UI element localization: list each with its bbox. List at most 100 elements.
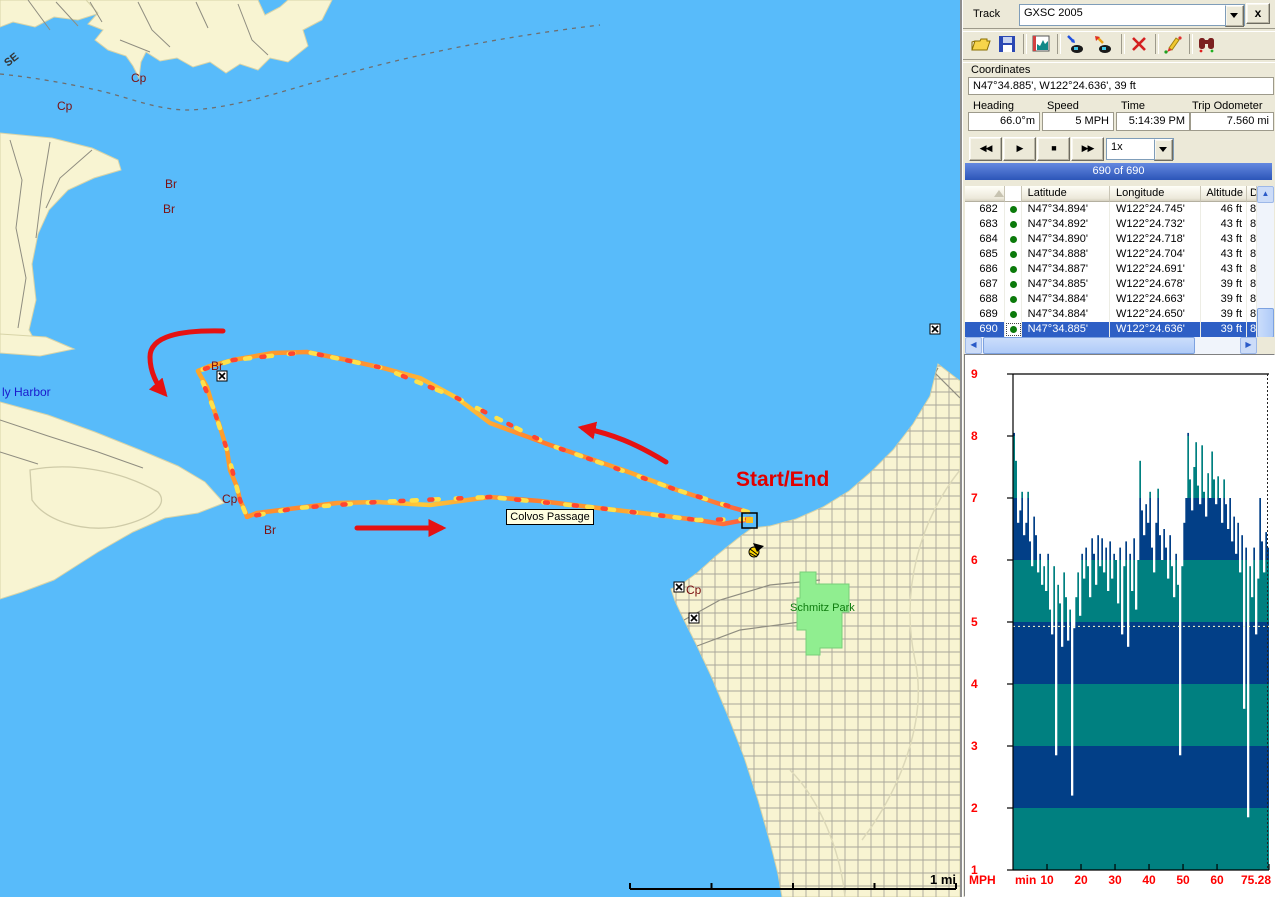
speed-bar-gap bbox=[1177, 374, 1179, 585]
map-point-label: Cp bbox=[131, 71, 147, 85]
speed-bar-gap bbox=[1157, 374, 1159, 489]
chevron-down-icon[interactable] bbox=[1154, 139, 1173, 161]
scroll-up-icon[interactable]: ▲ bbox=[1257, 186, 1274, 203]
harbor-label: ly Harbor bbox=[2, 385, 51, 399]
step-back-button[interactable]: ◀◀ bbox=[969, 137, 1002, 161]
heading-value: 66.0°m bbox=[968, 112, 1040, 131]
speed-bar-gap bbox=[1187, 374, 1189, 433]
playback-speed-select[interactable]: 1x bbox=[1106, 138, 1174, 160]
table-row[interactable]: 689N47°34.884'W122°24.650'39 ft8 bbox=[965, 307, 1257, 322]
x-tick-label: 30 bbox=[1108, 873, 1122, 887]
latitude-column-header[interactable]: Latitude bbox=[1022, 186, 1110, 202]
speed-bar-gap bbox=[1117, 374, 1119, 603]
edit-track-icon[interactable] bbox=[1161, 32, 1185, 56]
speed-bar-gap bbox=[1243, 374, 1245, 709]
altitude-column-header[interactable]: Altitude bbox=[1201, 186, 1247, 202]
speed-value: 5 MPH bbox=[1042, 112, 1114, 131]
speed-bar-gap bbox=[1133, 374, 1135, 538]
add-point-end-icon[interactable] bbox=[1063, 32, 1087, 56]
speed-bar-gap bbox=[1063, 374, 1065, 572]
close-panel-button[interactable]: x bbox=[1246, 3, 1270, 24]
open-track-icon[interactable] bbox=[969, 32, 993, 56]
table-row[interactable]: 682N47°34.894'W122°24.745'46 ft8 bbox=[965, 202, 1257, 217]
table-row[interactable]: 687N47°34.885'W122°24.678'39 ft8 bbox=[965, 277, 1257, 292]
trackpoint-icon bbox=[1010, 326, 1017, 333]
x-tick-label: 75.28 bbox=[1241, 873, 1271, 887]
speed-bar-gap bbox=[1159, 374, 1161, 535]
map-canvas[interactable]: Schmitz Park CpCpCpCpBrBrBrBr ly Harbor … bbox=[0, 0, 960, 897]
trackpoint-icon bbox=[1010, 266, 1017, 273]
speed-bar-gap bbox=[1065, 374, 1067, 597]
map-point-label: Br bbox=[264, 523, 276, 537]
speed-bar-gap bbox=[1255, 374, 1257, 634]
scroll-left-icon[interactable]: ◀ bbox=[965, 337, 982, 354]
save-track-icon[interactable] bbox=[995, 32, 1019, 56]
waypoint-x-icon[interactable] bbox=[689, 613, 699, 623]
speed-bar-gap bbox=[1251, 374, 1253, 597]
speed-bar-gap bbox=[1161, 374, 1163, 560]
playback-speed-value: 1x bbox=[1111, 141, 1123, 153]
track-select[interactable]: GXSC 2005 bbox=[1019, 4, 1245, 26]
y-tick-label: 8 bbox=[971, 429, 978, 443]
vertical-scrollbar[interactable]: ▲ ▼ bbox=[1257, 186, 1274, 354]
play-button[interactable]: ▶ bbox=[1003, 137, 1036, 161]
longitude-column-header[interactable]: Longitude bbox=[1110, 186, 1201, 202]
speed-bar-gap bbox=[1141, 374, 1143, 510]
step-forward-button[interactable]: ▶▶ bbox=[1071, 137, 1104, 161]
track-table-body: 682N47°34.894'W122°24.745'46 ft8683N47°3… bbox=[965, 202, 1257, 337]
speed-bar-gap bbox=[1247, 374, 1249, 817]
speed-bar-gap bbox=[1193, 374, 1195, 467]
x-tick-label: 50 bbox=[1176, 873, 1190, 887]
y-tick-label: 5 bbox=[971, 615, 978, 629]
waypoint-x-icon[interactable] bbox=[674, 582, 684, 592]
waypoint-x-icon[interactable] bbox=[930, 324, 940, 334]
hscroll-thumb[interactable] bbox=[983, 337, 1195, 354]
speed-bar-gap bbox=[1101, 374, 1103, 538]
table-row[interactable]: 683N47°34.892'W122°24.732'43 ft8 bbox=[965, 217, 1257, 232]
scroll-right-icon[interactable]: ▶ bbox=[1240, 337, 1257, 354]
date-column-header[interactable]: D bbox=[1247, 186, 1257, 202]
sort-column-header[interactable] bbox=[965, 186, 1005, 202]
table-row[interactable]: 684N47°34.890'W122°24.718'43 ft8 bbox=[965, 232, 1257, 247]
speed-bar-gap bbox=[1061, 374, 1063, 647]
speed-bar-gap bbox=[1169, 374, 1171, 535]
stop-button[interactable]: ■ bbox=[1037, 137, 1070, 161]
find-point-icon[interactable] bbox=[1195, 32, 1219, 56]
speed-bar-gap bbox=[1163, 374, 1165, 529]
speed-bar-gap bbox=[1055, 374, 1057, 755]
delete-point-icon[interactable] bbox=[1127, 32, 1151, 56]
speed-bar-gap bbox=[1037, 374, 1039, 572]
profile-chart-icon[interactable] bbox=[1029, 32, 1053, 56]
speed-bar-gap bbox=[1097, 374, 1099, 535]
odometer-label: Trip Odometer bbox=[1192, 100, 1263, 112]
marker-column-header[interactable] bbox=[1005, 186, 1022, 202]
add-point-start-icon[interactable] bbox=[1091, 32, 1115, 56]
speed-bar-gap bbox=[1171, 374, 1173, 566]
speed-bar-gap bbox=[1235, 374, 1237, 554]
speed-bar-gap bbox=[1143, 374, 1145, 535]
horizontal-scrollbar[interactable]: ◀ ▶ bbox=[965, 337, 1257, 354]
speed-bar-gap bbox=[1059, 374, 1061, 603]
y-tick-label: 3 bbox=[971, 739, 978, 753]
speed-bar-gap bbox=[1147, 374, 1149, 523]
speed-bar-gap bbox=[1081, 374, 1083, 554]
chevron-down-icon[interactable] bbox=[1225, 5, 1244, 27]
heading-label: Heading bbox=[973, 100, 1014, 112]
speed-bar-gap bbox=[1067, 374, 1069, 641]
table-row[interactable]: 690N47°34.885'W122°24.636'39 ft8 bbox=[965, 322, 1257, 337]
trackpoint-table: Latitude Longitude Altitude D 682N47°34.… bbox=[965, 186, 1257, 337]
speed-bar-gap bbox=[1131, 374, 1133, 591]
speed-bar-gap bbox=[1019, 374, 1021, 510]
table-row[interactable]: 686N47°34.887'W122°24.691'43 ft8 bbox=[965, 262, 1257, 277]
speed-bar-gap bbox=[1229, 374, 1231, 498]
table-row[interactable]: 688N47°34.884'W122°24.663'39 ft8 bbox=[965, 292, 1257, 307]
speed-bar-gap bbox=[1093, 374, 1095, 554]
vscroll-thumb[interactable] bbox=[1257, 308, 1274, 338]
track-label: Track bbox=[973, 8, 1000, 20]
map-point-label: Cp bbox=[222, 492, 238, 506]
speed-bar-gap bbox=[1107, 374, 1109, 591]
y-tick-label: 7 bbox=[971, 491, 978, 505]
speed-bar-gap bbox=[1223, 374, 1225, 479]
speed-bar-gap bbox=[1115, 374, 1117, 560]
table-row[interactable]: 685N47°34.888'W122°24.704'43 ft8 bbox=[965, 247, 1257, 262]
